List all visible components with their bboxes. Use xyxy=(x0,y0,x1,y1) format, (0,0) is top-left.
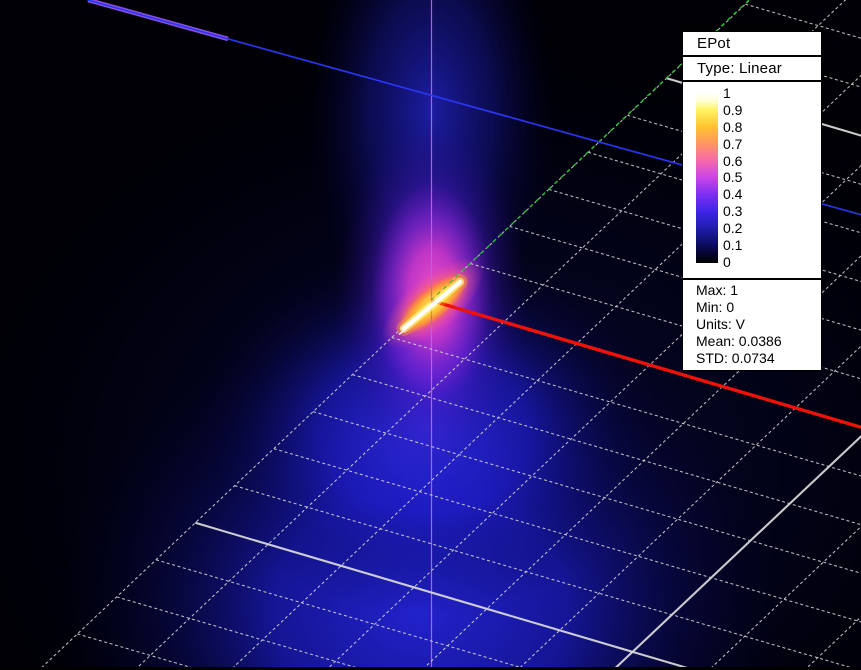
stat-min: Min: 0 xyxy=(696,299,817,316)
colorbar-ticks: 1 0.9 0.8 0.7 0.6 0.5 0.4 0.3 0.2 0.1 0 xyxy=(723,86,742,269)
colorbar-tick: 0.7 xyxy=(723,137,742,151)
stat-units: Units: V xyxy=(696,316,817,333)
colorbar-tick: 0.3 xyxy=(723,204,742,218)
colorbar-tick: 0.2 xyxy=(723,221,742,235)
legend-panel[interactable]: EPot Type: Linear 1 0.9 0.8 0.7 0.6 0.5 … xyxy=(682,31,822,371)
legend-title: EPot xyxy=(683,32,821,57)
stat-std: STD: 0.0734 xyxy=(696,350,817,367)
legend-stats: Max: 1 Min: 0 Units: V Mean: 0.0386 STD:… xyxy=(683,280,821,370)
colorbar-tick: 0.8 xyxy=(723,120,742,134)
colorbar-tick: 0.9 xyxy=(723,103,742,117)
stat-max: Max: 1 xyxy=(696,282,817,299)
colorbar-section: 1 0.9 0.8 0.7 0.6 0.5 0.4 0.3 0.2 0.1 0 xyxy=(683,82,821,280)
legend-type: Type: Linear xyxy=(683,57,821,82)
colorbar-tick: 0.1 xyxy=(723,238,742,252)
colorbar-tick: 0.6 xyxy=(723,154,742,168)
colorbar-tick: 1 xyxy=(723,86,742,100)
colorbar-tick: 0.4 xyxy=(723,187,742,201)
viewport-3d[interactable]: EPot Type: Linear 1 0.9 0.8 0.7 0.6 0.5 … xyxy=(0,0,861,670)
colorbar-tick: 0 xyxy=(723,255,742,269)
stat-mean: Mean: 0.0386 xyxy=(696,333,817,350)
colorbar-gradient xyxy=(696,93,718,263)
colorbar-tick: 0.5 xyxy=(723,170,742,184)
